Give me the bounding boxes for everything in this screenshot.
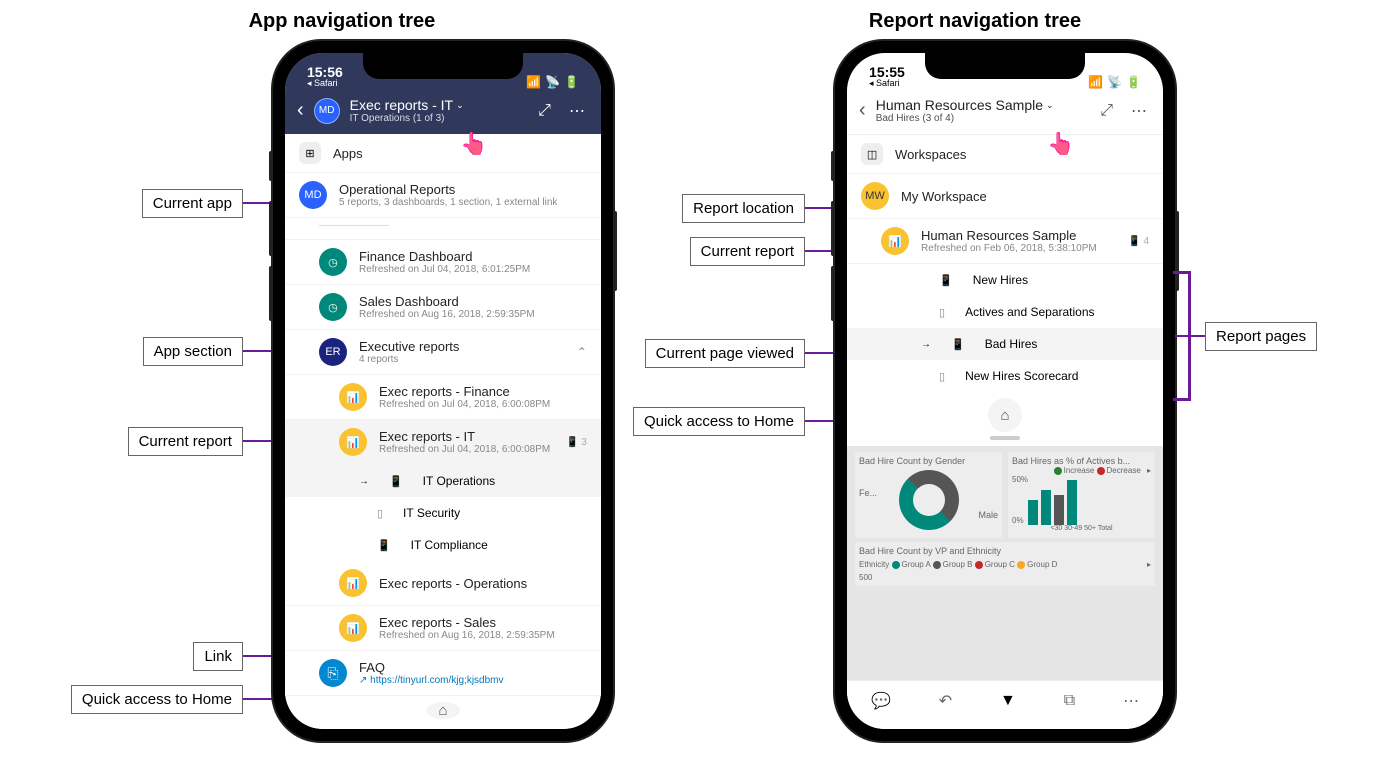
label-current-page: Current page viewed	[645, 339, 805, 368]
chart-ethnicity: Bad Hire Count by VP and Ethnicity Ethni…	[855, 542, 1155, 586]
report-icon: 📊	[339, 383, 367, 411]
row-hr-sample[interactable]: 📊 Human Resources SampleRefreshed on Feb…	[847, 219, 1163, 264]
label-app-section: App section	[143, 337, 243, 366]
filter-icon[interactable]: ▼	[1000, 692, 1016, 710]
header-title-dropdown[interactable]: Human Resources Sample ⌄ Bad Hires (3 of…	[876, 97, 1087, 124]
back-icon[interactable]: ‹	[297, 99, 304, 122]
left-title: App navigation tree	[249, 10, 436, 33]
report-icon: 📊	[881, 227, 909, 255]
row-page-it-compliance[interactable]: 📱 IT Compliance	[285, 529, 601, 561]
page-mobile-icon: 📱	[389, 475, 403, 488]
back-icon[interactable]: ‹	[859, 99, 866, 122]
signal-icon: 📶	[1088, 75, 1103, 89]
row-page-scorecard[interactable]: ▯ New Hires Scorecard	[847, 360, 1163, 392]
bottom-toolbar: 💬 ↶ ▼ ⧉ ⋯	[847, 680, 1163, 729]
arrow-right-icon: →	[921, 339, 931, 350]
signal-icon: 📶	[526, 75, 541, 89]
home-button[interactable]: ⌂	[426, 702, 460, 719]
header-title-dropdown[interactable]: Exec reports - IT ⌄ IT Operations (1 of …	[350, 97, 525, 124]
label-home-right: Quick access to Home	[633, 407, 805, 436]
page-mobile-icon: 📱	[377, 539, 391, 552]
report-icon: 📊	[339, 614, 367, 642]
phone-left: 15:56 ◂ Safari 📶📡🔋 ‹ MD Exec reports - I…	[273, 41, 613, 741]
row-operational-reports[interactable]: MD Operational Reports5 reports, 3 dashb…	[285, 173, 601, 218]
pointer-hand-icon: 👆	[1047, 131, 1074, 157]
row-apps[interactable]: ⊞ Apps	[285, 134, 601, 173]
page-mobile-icon: 📱	[951, 338, 965, 351]
chevron-down-icon: ⌄	[1046, 100, 1054, 111]
chart-gender: Bad Hire Count by Gender Fe... Male	[855, 452, 1002, 538]
header-left: ‹ MD Exec reports - IT ⌄ IT Operations (…	[285, 91, 601, 134]
external-link-icon: ↗	[359, 675, 367, 686]
label-report-location: Report location	[682, 194, 805, 223]
row-exec-sales[interactable]: 📊 Exec reports - SalesRefreshed on Aug 1…	[285, 606, 601, 651]
row-sales-dashboard[interactable]: ◷ Sales DashboardRefreshed on Aug 16, 20…	[285, 285, 601, 330]
workspaces-icon: ◫	[861, 143, 883, 165]
phone-layout-icon: 📱	[1128, 236, 1140, 247]
row-my-workspace[interactable]: MW My Workspace	[847, 174, 1163, 219]
header-right: ‹ Human Resources Sample ⌄ Bad Hires (3 …	[847, 91, 1163, 135]
arrow-right-icon: →	[359, 476, 369, 487]
chevron-down-icon: ⌄	[456, 100, 464, 111]
phone-layout-icon: 📱	[566, 437, 578, 448]
home-icon: ⌂	[1001, 407, 1010, 424]
row-exec-finance[interactable]: 📊 Exec reports - FinanceRefreshed on Jul…	[285, 375, 601, 420]
header-avatar: MD	[314, 98, 340, 124]
dashboard-icon: ◷	[319, 248, 347, 276]
dashboard-icon: ◷	[319, 293, 347, 321]
chevron-up-icon: ⌃	[577, 345, 587, 359]
phone-right: 15:55 ◂ Safari 📶📡🔋 ‹ Human Resources Sam…	[835, 41, 1175, 741]
page-mobile-icon: 📱	[939, 274, 953, 287]
row-faq-link[interactable]: ⎘ FAQ↗ https://tinyurl.com/kjg;kjsdbmv	[285, 651, 601, 696]
page-icon: ▯	[939, 306, 945, 319]
label-report-pages: Report pages	[1205, 322, 1317, 351]
copy-icon[interactable]: ⧉	[1064, 692, 1075, 710]
report-icon: 📊	[339, 569, 367, 597]
wifi-icon: 📡	[1107, 75, 1122, 89]
undo-icon[interactable]: ↶	[939, 691, 952, 711]
battery-icon: 🔋	[1126, 75, 1141, 89]
comment-icon[interactable]: 💬	[871, 691, 891, 711]
drag-handle[interactable]	[990, 436, 1020, 440]
report-preview: Bad Hire Count by Gender Fe... Male Bad …	[847, 446, 1163, 680]
row-exec-it[interactable]: 📊 Exec reports - ITRefreshed on Jul 04, …	[285, 420, 601, 465]
workspace-avatar-icon: MW	[861, 182, 889, 210]
pointer-hand-icon: 👆	[460, 131, 487, 157]
app-avatar-icon: MD	[299, 181, 327, 209]
link-icon: ⎘	[319, 659, 347, 687]
label-home-left: Quick access to Home	[71, 685, 243, 714]
label-current-app: Current app	[142, 189, 243, 218]
label-link: Link	[193, 642, 243, 671]
report-icon: 📊	[339, 428, 367, 456]
more-icon[interactable]: ⋯	[1123, 691, 1139, 711]
wifi-icon: 📡	[545, 75, 560, 89]
row-page-actives[interactable]: ▯ Actives and Separations	[847, 296, 1163, 328]
expand-icon[interactable]: ⤢	[534, 102, 555, 120]
battery-icon: 🔋	[564, 75, 579, 89]
apps-icon: ⊞	[299, 142, 321, 164]
row-page-new-hires[interactable]: 📱 New Hires	[847, 264, 1163, 296]
row-executive-section[interactable]: ER Executive reports4 reports ⌃	[285, 330, 601, 375]
row-exec-operations[interactable]: 📊 Exec reports - Operations	[285, 561, 601, 606]
row-page-bad-hires[interactable]: → 📱 Bad Hires	[847, 328, 1163, 360]
label-current-report-r: Current report	[690, 237, 805, 266]
section-avatar-icon: ER	[319, 338, 347, 366]
row-page-it-operations[interactable]: → 📱 IT Operations	[285, 465, 601, 497]
right-title: Report navigation tree	[869, 10, 1081, 33]
more-icon[interactable]: ⋯	[565, 101, 589, 121]
row-workspaces[interactable]: ◫ Workspaces	[847, 135, 1163, 174]
home-icon: ⌂	[438, 702, 447, 719]
expand-icon[interactable]: ⤢	[1096, 102, 1117, 120]
home-button[interactable]: ⌂	[988, 398, 1022, 432]
page-icon: ▯	[939, 370, 945, 383]
more-icon[interactable]: ⋯	[1127, 101, 1151, 121]
label-current-report: Current report	[128, 427, 243, 456]
chart-actives: Bad Hires as % of Actives b... Increase …	[1008, 452, 1155, 538]
row-page-it-security[interactable]: ▯ IT Security	[285, 497, 601, 529]
row-partial[interactable]: ———————	[285, 218, 601, 240]
row-finance-dashboard[interactable]: ◷ Finance DashboardRefreshed on Jul 04, …	[285, 240, 601, 285]
page-icon: ▯	[377, 507, 383, 520]
